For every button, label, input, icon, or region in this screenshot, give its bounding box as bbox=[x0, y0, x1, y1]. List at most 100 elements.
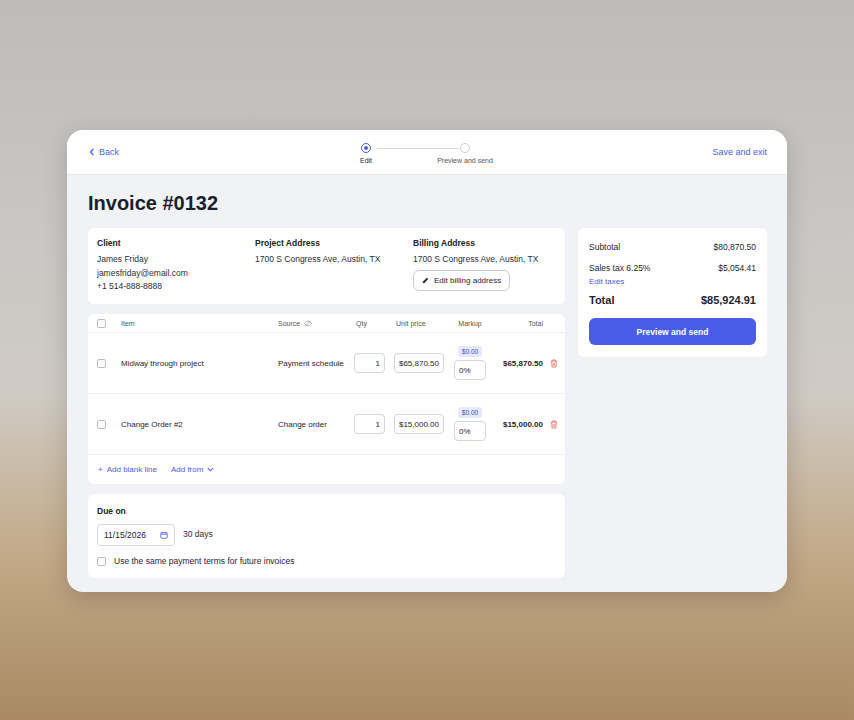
add-from-dropdown[interactable]: Add from bbox=[171, 465, 214, 474]
summary-label: Sales tax 6.25% bbox=[589, 263, 650, 273]
qty-input[interactable]: 1 bbox=[354, 414, 385, 434]
summary-row: Subtotal $80,870.50 bbox=[589, 242, 756, 252]
step[interactable]: Preview and send bbox=[425, 143, 505, 164]
add-from-label[interactable]: Add from bbox=[171, 465, 203, 474]
same-terms-label[interactable]: Use the same payment terms for future in… bbox=[114, 556, 294, 566]
markup-amount-badge: $0.00 bbox=[458, 346, 482, 357]
edit-taxes-link[interactable]: Edit taxes bbox=[589, 277, 756, 286]
edit-billing-button[interactable]: Edit billing address bbox=[413, 270, 510, 291]
step-connector bbox=[377, 148, 459, 149]
client-label: Client bbox=[97, 238, 255, 248]
project-address: 1700 S Congress Ave, Austin, TX bbox=[255, 253, 413, 267]
due-label: Due on bbox=[97, 506, 556, 516]
due-date-input[interactable]: 11/15/2026 bbox=[97, 524, 175, 546]
checkbox[interactable] bbox=[97, 420, 106, 429]
preview-send-button[interactable]: Preview and send bbox=[589, 318, 756, 345]
table-footer: + Add blank line Add from bbox=[88, 455, 565, 484]
column-label: Source bbox=[278, 320, 300, 327]
table-row: Change Order #2Change order1$15,000.00$0… bbox=[88, 394, 565, 455]
due-card: Due on 11/15/2026 30 days Use the same paym… bbox=[88, 494, 565, 578]
trash-icon[interactable] bbox=[550, 359, 558, 368]
summary-value: $5,054.41 bbox=[718, 263, 756, 273]
invoice-title: Invoice #0132 bbox=[88, 191, 767, 215]
client-phone: +1 514-888-8888 bbox=[97, 280, 255, 294]
qty-value[interactable]: 1 bbox=[376, 359, 380, 368]
column-header: Markup bbox=[451, 320, 489, 327]
summary-card: Subtotal $80,870.50 Sales tax 6.25% $5,054.… bbox=[578, 228, 767, 357]
back-link[interactable]: Back bbox=[89, 147, 351, 157]
column-header: Total bbox=[489, 320, 543, 327]
unit-price-value[interactable]: $65,870.50 bbox=[399, 359, 439, 368]
step[interactable]: Edit bbox=[351, 143, 381, 164]
chevron-left-icon bbox=[89, 148, 95, 156]
table-header: ItemSource QtyUnit priceMarkupTotal bbox=[88, 314, 565, 333]
step-label: Edit bbox=[360, 157, 372, 164]
column-header: Item bbox=[121, 320, 278, 327]
qty-input[interactable]: 1 bbox=[354, 353, 385, 373]
delete-button[interactable] bbox=[543, 420, 565, 429]
due-date-row: 11/15/2026 30 days bbox=[97, 524, 556, 546]
billing-address: 1700 S Congress Ave, Austin, TX bbox=[413, 253, 556, 267]
client-email: jamesfriday@email.com bbox=[97, 267, 255, 281]
unit-price-input[interactable]: $15,000.00 bbox=[394, 414, 444, 434]
same-terms-option[interactable]: Use the same payment terms for future in… bbox=[97, 556, 556, 566]
markup-value[interactable]: 0% bbox=[459, 366, 471, 375]
chevron-down-icon bbox=[207, 467, 214, 472]
billing-label: Billing Address bbox=[413, 238, 556, 248]
total-label: Total bbox=[589, 294, 614, 306]
checkbox[interactable] bbox=[97, 359, 106, 368]
item-source: Payment schedule bbox=[278, 359, 354, 368]
unit-price-input[interactable]: $65,870.50 bbox=[394, 353, 444, 373]
invoice-window: Back Edit Preview and send Save and exit Inv… bbox=[67, 130, 787, 592]
main-column: ClientJames Fridayjamesfriday@email.com+… bbox=[88, 228, 565, 578]
due-days: 30 days bbox=[183, 528, 213, 542]
invoice-body: Invoice #0132 Client James Fridayjamesfrid… bbox=[67, 175, 787, 592]
back-label[interactable]: Back bbox=[99, 147, 119, 157]
markup-input[interactable]: 0% bbox=[454, 360, 486, 380]
add-blank-line[interactable]: + Add blank line bbox=[98, 465, 157, 474]
item-total: $15,000.00 bbox=[489, 420, 543, 429]
step-dot bbox=[460, 143, 470, 153]
project-label: Project Address bbox=[255, 238, 413, 248]
summary-row: Sales tax 6.25% $5,054.41 bbox=[589, 263, 756, 273]
total-value: $85,924.91 bbox=[701, 294, 756, 306]
item-total: $65,870.50 bbox=[489, 359, 543, 368]
add-blank-label[interactable]: Add blank line bbox=[107, 465, 157, 474]
trash-icon[interactable] bbox=[550, 420, 558, 429]
item-name: Change Order #2 bbox=[121, 420, 278, 429]
header-bar: Back Edit Preview and send Save and exit bbox=[67, 130, 787, 175]
markup-amount-badge: $0.00 bbox=[458, 407, 482, 418]
markup-value[interactable]: 0% bbox=[459, 427, 471, 436]
unit-price-value[interactable]: $15,000.00 bbox=[399, 420, 439, 429]
eye-off-icon bbox=[304, 320, 312, 327]
checkbox[interactable] bbox=[97, 557, 106, 566]
summary-label: Subtotal bbox=[589, 242, 620, 252]
column-header: Source bbox=[278, 320, 354, 327]
total-row: Total $85,924.91 bbox=[589, 294, 756, 306]
column-header: Qty bbox=[354, 320, 394, 327]
qty-value[interactable]: 1 bbox=[376, 420, 380, 429]
client-name: James Friday bbox=[97, 253, 255, 267]
step-label: Preview and send bbox=[437, 157, 493, 164]
info-card: Client James Fridayjamesfriday@email.com+… bbox=[88, 228, 565, 304]
stepper: Edit Preview and send bbox=[351, 141, 505, 164]
markup-input[interactable]: 0% bbox=[454, 421, 486, 441]
column-header: Unit price bbox=[394, 320, 451, 327]
billing-column: Billing Address 1700 S Congress Ave, Aust… bbox=[413, 238, 556, 294]
summary-value: $80,870.50 bbox=[713, 242, 756, 252]
item-name: Midway through project bbox=[121, 359, 278, 368]
calendar-icon[interactable] bbox=[160, 531, 168, 539]
due-date-value[interactable]: 11/15/2026 bbox=[104, 530, 146, 540]
item-source: Change order bbox=[278, 420, 354, 429]
edit-billing-label[interactable]: Edit billing address bbox=[434, 276, 501, 285]
pencil-icon bbox=[422, 277, 429, 284]
checkbox[interactable] bbox=[97, 319, 106, 328]
client-column: Client James Fridayjamesfriday@email.com+… bbox=[97, 238, 255, 294]
table-row: Midway through projectPayment schedule 1 $… bbox=[88, 333, 565, 394]
items-table: ItemSource QtyUnit priceMarkupTotal Midway… bbox=[88, 314, 565, 484]
markup-cell: $0.00 0% bbox=[451, 407, 489, 441]
delete-button[interactable] bbox=[543, 359, 565, 368]
plus-icon[interactable]: + bbox=[98, 465, 103, 474]
save-exit-link[interactable]: Save and exit bbox=[505, 147, 767, 157]
project-column: Project Address 1700 S Congress Ave, Aust… bbox=[255, 238, 413, 294]
